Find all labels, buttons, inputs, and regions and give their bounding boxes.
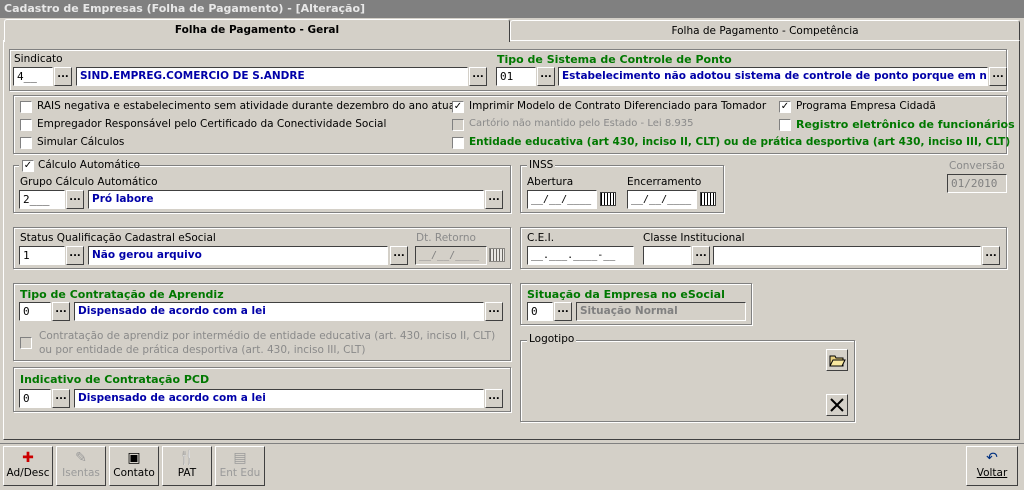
open-folder-icon[interactable]: [826, 349, 848, 371]
pen-icon: ✎: [75, 450, 87, 466]
tab-geral[interactable]: Folha de Pagamento - Geral: [4, 19, 510, 42]
entidade-label: Entidade educativa (art 430, inciso II, …: [469, 136, 1011, 148]
encerramento-date-input[interactable]: __/__/____: [627, 190, 697, 209]
sindicato-name-field[interactable]: SIND.EMPREG.COMERCIO DE S.ANDRE: [76, 67, 468, 86]
sindicato-lookup-button[interactable]: ...: [54, 67, 72, 86]
rais-label: RAIS negativa e estabelecimento sem ativ…: [37, 100, 459, 112]
cei-input[interactable]: __.___.____-__: [527, 246, 634, 265]
toolbar-divider: [0, 443, 1024, 444]
registro-label: Registro eletrônico de funcionários: [796, 118, 1015, 131]
aprendiz-entidade-checkbox: [20, 337, 32, 349]
abertura-date-input[interactable]: __/__/____: [527, 190, 597, 209]
sindicato-search-button[interactable]: ...: [469, 67, 487, 86]
calculo-checkbox[interactable]: ✓: [22, 160, 34, 172]
contato-button[interactable]: ▣ Contato: [109, 446, 159, 486]
cidada-label: Programa Empresa Cidadã: [796, 100, 936, 112]
abertura-calendar-icon[interactable]: [600, 192, 616, 206]
grupo-search-button[interactable]: ...: [485, 190, 503, 209]
situacao-label: Situação da Empresa no eSocial: [527, 288, 725, 301]
simular-checkbox[interactable]: [20, 137, 32, 149]
pcd-lookup-button[interactable]: ...: [52, 389, 70, 408]
tab-competencia[interactable]: Folha de Pagamento - Competência: [510, 20, 1020, 41]
situacao-name-field: Situação Normal: [576, 302, 746, 321]
pat-label: PAT: [177, 467, 197, 479]
cei-label: C.E.I.: [527, 232, 555, 244]
ent-edu-button: ▤ Ent Edu: [215, 446, 265, 486]
registro-checkbox[interactable]: [779, 119, 791, 131]
situacao-code-input[interactable]: 0: [527, 302, 553, 321]
simular-label: Simular Cálculos: [37, 136, 125, 148]
undo-arrow-icon: ↶: [986, 450, 998, 466]
logotipo-label: Logotipo: [527, 333, 577, 345]
retorno-calendar-icon: [489, 248, 505, 262]
sindicato-label: Sindicato: [14, 53, 63, 65]
aprendiz-entidade-label: Contratação de aprendiz por intermédio d…: [39, 330, 496, 356]
imprimir-label: Imprimir Modelo de Contrato Diferenciado…: [469, 100, 767, 112]
encerramento-label: Encerramento: [627, 176, 702, 188]
entidade-checkbox[interactable]: [452, 137, 464, 149]
pat-button[interactable]: 🍴 PAT: [162, 446, 212, 486]
classe-search-button[interactable]: ...: [982, 246, 1000, 265]
grupo-calculo-label: Grupo Cálculo Automático: [20, 176, 158, 188]
cartorio-checkbox: [452, 119, 464, 131]
status-label: Status Qualificação Cadastral eSocial: [20, 232, 216, 244]
window-title: Cadastro de Empresas (Folha de Pagamento…: [0, 0, 1024, 18]
calculo-label: Cálculo Automático: [38, 159, 141, 171]
cartorio-label: Cartório não mantido pelo Estado - Lei 8…: [469, 118, 694, 129]
ent-edu-label: Ent Edu: [219, 467, 261, 479]
status-lookup-button[interactable]: ...: [66, 246, 84, 265]
grupo-code-input[interactable]: 2___: [19, 190, 65, 209]
situacao-lookup-button[interactable]: ...: [554, 302, 572, 321]
classe-name-field[interactable]: [713, 246, 981, 265]
empregador-label: Empregador Responsável pelo Certificado …: [37, 118, 387, 130]
ponto-code-input[interactable]: 01: [496, 67, 536, 86]
grupo-lookup-button[interactable]: ...: [66, 190, 84, 209]
retorno-label: Dt. Retorno: [416, 232, 476, 244]
pcd-name-field[interactable]: Dispensado de acordo com a lei: [74, 389, 484, 408]
ponto-search-button[interactable]: ...: [989, 67, 1007, 86]
rais-checkbox[interactable]: [20, 101, 32, 113]
grupo-name-field[interactable]: Pró labore: [88, 190, 484, 209]
classe-lookup-button[interactable]: ...: [692, 246, 710, 265]
classe-label: Classe Institucional: [643, 232, 745, 244]
classe-code-input[interactable]: [643, 246, 691, 265]
abertura-label: Abertura: [527, 176, 574, 188]
aprendiz-name-field[interactable]: Dispensado de acordo com a lei: [74, 302, 484, 321]
voltar-button[interactable]: ↶ Voltar: [966, 446, 1018, 486]
cidada-checkbox[interactable]: ✓: [779, 101, 791, 113]
status-search-button[interactable]: ...: [390, 246, 408, 265]
delete-x-icon[interactable]: [826, 394, 848, 416]
pcd-label: Indicativo de Contratação PCD: [20, 373, 210, 386]
ponto-lookup-button[interactable]: ...: [537, 67, 555, 86]
contact-card-icon: ▣: [127, 450, 141, 466]
isentas-button: ✎ Isentas: [56, 446, 106, 486]
ponto-label: Tipo de Sistema de Controle de Ponto: [497, 53, 732, 66]
aprendiz-lookup-button[interactable]: ...: [52, 302, 70, 321]
aprendiz-label: Tipo de Contratação de Aprendiz: [20, 288, 224, 301]
ad-desc-label: Ad/Desc: [6, 467, 50, 479]
aprendiz-search-button[interactable]: ...: [485, 302, 503, 321]
retorno-date-field: __/__/____: [415, 246, 487, 265]
pcd-search-button[interactable]: ...: [485, 389, 503, 408]
pcd-code-input[interactable]: 0: [19, 389, 51, 408]
encerramento-calendar-icon[interactable]: [700, 192, 716, 206]
contato-label: Contato: [113, 467, 155, 479]
conversao-field: 01/2010: [947, 174, 1007, 193]
ad-desc-button[interactable]: ✚ Ad/Desc: [3, 446, 53, 486]
status-name-field[interactable]: Não gerou arquivo: [88, 246, 388, 265]
fork-knife-icon: 🍴: [178, 450, 196, 466]
ponto-desc-field[interactable]: Estabelecimento não adotou sistema de co…: [558, 67, 988, 86]
school-icon: ▤: [233, 450, 247, 466]
sindicato-code-input[interactable]: 4__: [13, 67, 53, 86]
isentas-label: Isentas: [62, 467, 100, 479]
logotipo-group: [520, 340, 855, 422]
empregador-checkbox[interactable]: [20, 119, 32, 131]
voltar-label: Voltar: [976, 467, 1008, 479]
aprendiz-code-input[interactable]: 0: [19, 302, 51, 321]
imprimir-checkbox[interactable]: ✓: [452, 101, 464, 113]
status-code-input[interactable]: 1: [19, 246, 65, 265]
add-remove-icon: ✚: [22, 450, 34, 466]
conversao-label: Conversão: [949, 160, 1005, 172]
inss-label: INSS: [527, 159, 556, 171]
